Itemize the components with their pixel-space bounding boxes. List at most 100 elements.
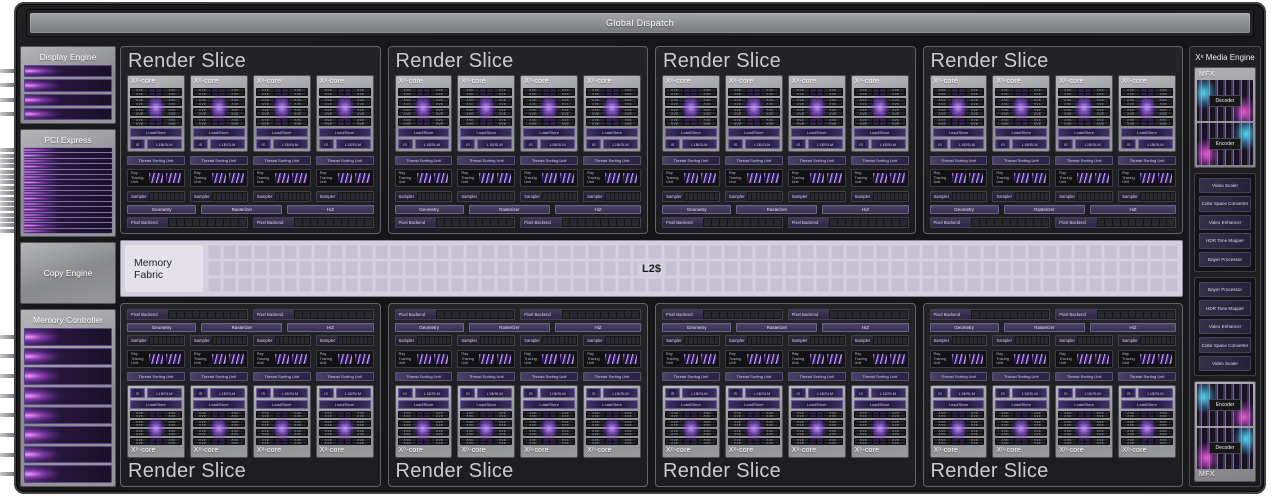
- pixel-backend-unit: Pixel Backend: [253, 217, 374, 228]
- alu-cell: [212, 103, 218, 106]
- thread-sorting-unit: Thread Sorting Unit: [725, 372, 783, 381]
- xe-core-label: Xᵉ-core: [193, 78, 245, 86]
- alu-cell: [817, 415, 823, 417]
- geometry-row: GeometryRasterizerHiZ: [127, 323, 374, 332]
- alu-cell: [817, 421, 823, 423]
- xve-cell: XVE: [226, 93, 243, 96]
- xve-row: XVEXVE: [131, 415, 181, 417]
- sampler-cells: [212, 192, 247, 201]
- xve-pair: XVEXVEXVEXVE: [398, 88, 450, 96]
- alu-cell: [1022, 424, 1028, 426]
- cache-cell: [869, 311, 876, 318]
- alu-cell: [1085, 119, 1091, 122]
- xve-cell: XVE: [352, 439, 369, 441]
- xve-cell: XVE: [587, 442, 604, 444]
- io-bar: [24, 148, 112, 152]
- rt-pattern: [560, 173, 574, 183]
- xve-cell: XVE: [729, 430, 746, 432]
- xve-cell: XVE: [855, 93, 872, 96]
- l2-cache-cell: [1013, 245, 1026, 259]
- rt-pattern: [1158, 354, 1172, 364]
- l2-cache-cell: [1059, 278, 1072, 292]
- alu-cell: [550, 439, 556, 441]
- cache-cell: [1037, 337, 1040, 344]
- xve-cell: XVE: [399, 424, 416, 426]
- hiz-unit: HiZ: [287, 205, 373, 214]
- alu-cell: [543, 103, 549, 106]
- cache-cell: [710, 337, 713, 344]
- cache-cell: [586, 219, 593, 226]
- geometry-row: GeometryRasterizerHiZ: [395, 205, 642, 214]
- alu-cell: [754, 99, 760, 102]
- alu-cell: [543, 424, 549, 426]
- xve-row: XVEXVE: [524, 421, 574, 423]
- xve-cell: XVE: [761, 421, 778, 423]
- xve-cell: XVE: [887, 421, 904, 423]
- sampler-label: Sampler: [1119, 192, 1140, 201]
- alu-cell: [810, 89, 816, 92]
- cache-cell: [426, 193, 429, 200]
- xve-cell: XVE: [620, 103, 637, 106]
- l2-cache-cell: [284, 278, 297, 292]
- cache-cell: [689, 193, 692, 200]
- xve-row: XVEXVE: [131, 93, 181, 96]
- l2-cache-cell: [345, 261, 358, 275]
- xve-pair: XVEXVEXVEXVE: [398, 411, 450, 418]
- l2-cache-cell: [1059, 261, 1072, 275]
- xve-pair: XVEXVEXVEXVE: [854, 118, 906, 126]
- l2-cache-cell: [800, 261, 813, 275]
- load-store-bar: Load/Store: [665, 400, 717, 409]
- xve-cell: XVE: [226, 122, 243, 125]
- pixel-backend-row: Pixel BackendPixel Backend: [930, 309, 1177, 320]
- video-block: Bayer Processor: [1199, 252, 1251, 267]
- alu-cell: [1085, 433, 1091, 435]
- xe-core-label: Xᵉ-core: [728, 78, 780, 86]
- xve-cell: XVE: [163, 109, 180, 112]
- cache-cell: [627, 193, 630, 200]
- io-bar: [24, 65, 112, 77]
- xve-cell: XVE: [966, 424, 983, 426]
- alu-cell: [487, 99, 493, 102]
- alu-cell: [1015, 122, 1021, 125]
- alu-cell: [282, 412, 288, 414]
- xve-cell: XVE: [1122, 439, 1139, 441]
- xve-cell: XVE: [1092, 89, 1109, 92]
- xve-cell: XVE: [887, 119, 904, 122]
- gpu-die: Global Dispatch Display EnginePCI Expres…: [14, 2, 1266, 494]
- pixel-backend-label: Pixel Backend: [1056, 310, 1096, 319]
- xve-cell: XVE: [729, 112, 746, 115]
- xve-row: XVEXVE: [996, 412, 1046, 414]
- rt-pattern: [764, 354, 778, 364]
- xve-cell: XVE: [320, 415, 337, 417]
- alu-cell: [282, 119, 288, 122]
- rasterizer-unit: Rasterizer: [1004, 205, 1085, 214]
- cache-cell: [1108, 337, 1111, 344]
- alu-cell: [1148, 415, 1154, 417]
- alu-cell: [550, 415, 556, 417]
- cache-cell: [1144, 311, 1151, 318]
- xve-cell: XVE: [194, 99, 211, 102]
- xve-cell: XVE: [131, 93, 148, 96]
- l2-cache-cell: [299, 278, 312, 292]
- xve-row: XVEXVE: [934, 103, 984, 106]
- ray-tracing-row: RayTracingUnitRayTracingUnitRayTracingUn…: [930, 350, 1177, 368]
- thread-sorting-unit: Thread Sorting Unit: [851, 156, 909, 165]
- cache-cell: [280, 337, 283, 344]
- alu-cell: [754, 415, 760, 417]
- xve-cell: XVE: [1059, 415, 1076, 417]
- alu-cell: [691, 122, 697, 125]
- xve-cell: XVE: [194, 122, 211, 125]
- cache-cell: [497, 337, 500, 344]
- cache-cell: [636, 337, 639, 344]
- sampler-unit: Sampler: [662, 191, 720, 202]
- instruction-cache-box: IS: [1121, 139, 1136, 149]
- xve-cell: XVE: [855, 89, 872, 92]
- load-store-bar: Load/Store: [130, 128, 182, 137]
- ray-tracing-unit: RayTracingUnit: [930, 350, 988, 368]
- xve-pair: XVEXVEXVEXVE: [193, 420, 245, 427]
- instruction-cache-box: IS: [1058, 139, 1073, 149]
- xve-pair: XVEXVEXVEXVE: [256, 438, 308, 445]
- alu-cell: [613, 424, 619, 426]
- cache-cell: [748, 193, 751, 200]
- xve-row: XVEXVE: [257, 430, 307, 432]
